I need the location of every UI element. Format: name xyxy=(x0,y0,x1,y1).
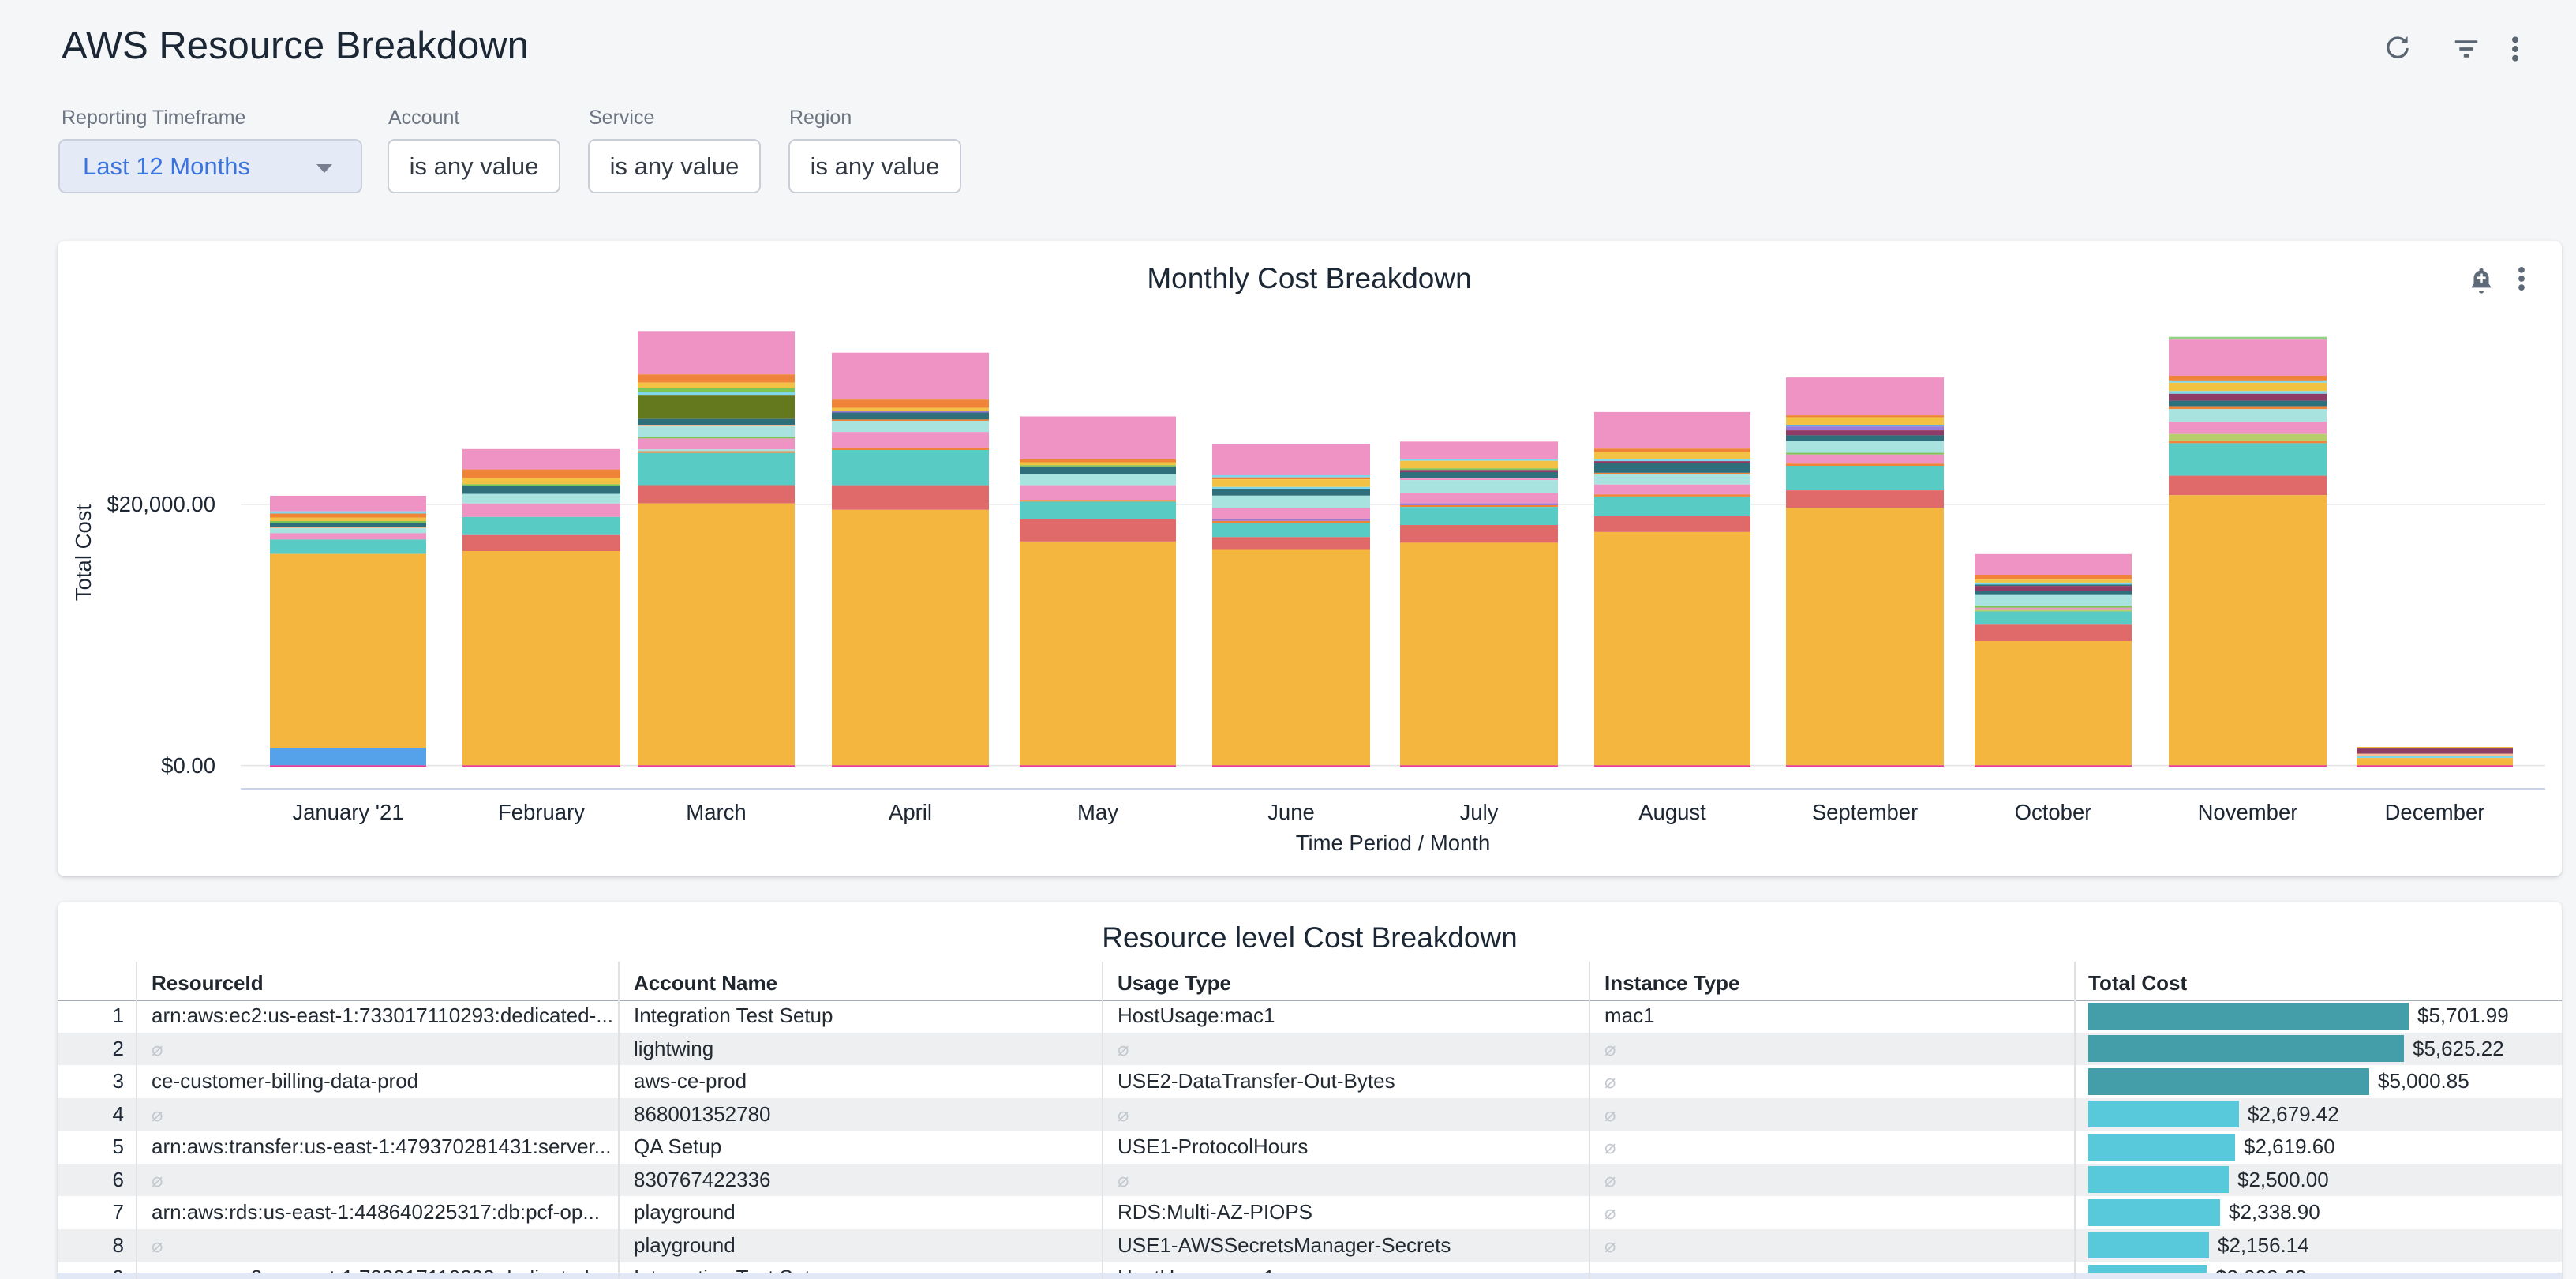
svg-text:April: April xyxy=(889,800,932,824)
svg-text:May: May xyxy=(1077,800,1118,824)
svg-text:October: October xyxy=(2015,800,2092,824)
svg-text:December: December xyxy=(2385,800,2485,824)
svg-text:September: September xyxy=(1812,800,1919,824)
svg-text:January '21: January '21 xyxy=(292,800,403,824)
svg-text:June: June xyxy=(1267,800,1315,824)
svg-text:$0.00: $0.00 xyxy=(161,753,215,778)
svg-text:Total Cost: Total Cost xyxy=(71,504,95,602)
svg-text:February: February xyxy=(498,800,585,824)
svg-text:November: November xyxy=(2198,800,2298,824)
svg-text:Time Period / Month: Time Period / Month xyxy=(1296,831,1491,855)
svg-text:Monthly Cost Breakdown: Monthly Cost Breakdown xyxy=(1147,262,1471,294)
svg-text:July: July xyxy=(1460,800,1499,824)
svg-text:March: March xyxy=(686,800,746,824)
svg-text:August: August xyxy=(1638,800,1706,824)
svg-text:$20,000.00: $20,000.00 xyxy=(107,492,215,516)
